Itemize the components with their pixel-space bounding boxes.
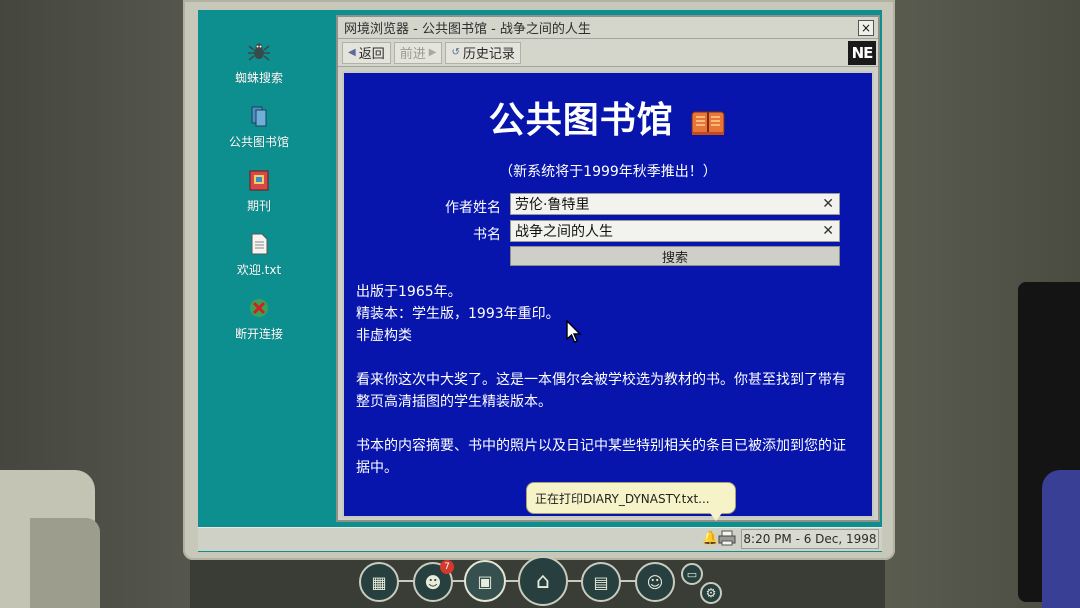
desktop-icon-label: 蜘蛛搜索 (234, 71, 283, 85)
window-titlebar[interactable]: 网境浏览器 - 公共图书馆 - 战争之间的人生 × (338, 17, 878, 39)
book-title-field[interactable]: 战争之间的人生 ✕ (510, 220, 840, 242)
page-content: 公共图书馆 （新系统将于1999年秋季推出！） 作者姓名 劳伦·鲁特里 ✕ 书名… (342, 71, 874, 518)
evidence-paragraph: 书本的内容摘要、书中的照片以及日记中某些特别相关的条目已被添加到您的证据中。 (356, 438, 846, 476)
desktop-icon-label: 断开连接 (234, 327, 283, 341)
genre-line: 非虚构类 (356, 328, 412, 344)
browser-toolbar: ◀ 返回 前进 ▶ ↺ 历史记录 NE (338, 39, 878, 67)
desktop-icon-journal[interactable]: 期刊 (198, 168, 320, 214)
tooltip-tail (710, 513, 722, 521)
desk-object-inner (30, 518, 100, 608)
desktop-icon-label: 公共图书馆 (228, 135, 289, 149)
library-books-icon (247, 104, 271, 128)
card-button[interactable]: ▭ (681, 563, 703, 585)
desktop-icon-spider-search[interactable]: 蜘蛛搜索 (198, 40, 320, 86)
spider-icon (247, 40, 271, 64)
dock-connector (398, 580, 414, 582)
evidence-board-icon: ▦ (371, 572, 387, 592)
book-title-label: 书名 (473, 227, 501, 243)
arrow-right-icon: ▶ (428, 47, 437, 58)
printing-tooltip: 正在打印DIARY_DYNASTY.txt... (526, 482, 736, 514)
history-button[interactable]: ↺ 历史记录 (445, 41, 521, 64)
author-field-value: 劳伦·鲁特里 (515, 197, 590, 213)
book-title-field-value: 战争之间的人生 (515, 224, 613, 240)
desktop-icon-label: 期刊 (246, 199, 271, 213)
books-icon (689, 106, 727, 138)
page-subtitle: （新系统将于1999年秋季推出！） (499, 164, 717, 180)
cup (1042, 470, 1080, 608)
computer-icon: ▣ (477, 571, 493, 591)
taskbar-clock: 8:20 PM - 6 Dec, 1998 (741, 529, 879, 549)
back-button[interactable]: ◀ 返回 (342, 41, 391, 64)
book-info: 出版于1965年。 精装本：学生版，1993年重印。 非虚构类 (356, 281, 851, 347)
bell-icon[interactable]: 🔔 (702, 531, 718, 547)
notification-badge: 7 (440, 560, 454, 574)
card-icon: ▭ (686, 567, 698, 581)
notebook-button[interactable]: ▤ (581, 562, 621, 602)
page-title-text: 公共图书馆 (488, 100, 674, 141)
browser-window: 网境浏览器 - 公共图书馆 - 战争之间的人生 × ◀ 返回 前进 ▶ ↺ 历史… (336, 15, 880, 522)
clear-icon[interactable]: ✕ (822, 223, 834, 239)
computer-button[interactable]: ▣ (464, 560, 506, 602)
home-icon: ⌂ (536, 568, 550, 594)
clear-icon[interactable]: ✕ (822, 196, 834, 212)
desktop-screen: 蜘蛛搜索 公共图书馆 期刊 欢迎.txt 断开连接 网境浏览器 - 公共图书馆 … (198, 10, 882, 552)
forward-button[interactable]: 前进 ▶ (393, 41, 443, 64)
notebook-icon: ▤ (593, 572, 609, 592)
browser-logo: NE (848, 40, 876, 65)
evidence-board-button[interactable]: ▦ (359, 562, 399, 602)
desktop-icon-welcome-txt[interactable]: 欢迎.txt (198, 232, 320, 278)
forward-button-label: 前进 (399, 47, 426, 62)
dock-connector (620, 580, 636, 582)
author-label: 作者姓名 (445, 200, 501, 216)
author-field[interactable]: 劳伦·鲁特里 ✕ (510, 193, 840, 215)
suspects-icon: ☻ (424, 572, 442, 592)
history-icon: ↺ (451, 47, 460, 58)
text-file-icon (247, 232, 271, 256)
dock-connector (568, 580, 582, 582)
desktop-icon-public-library[interactable]: 公共图书馆 (198, 104, 320, 150)
contact-button[interactable]: ☺ (635, 562, 675, 602)
journal-icon (247, 168, 271, 192)
desktop-icon-disconnect[interactable]: 断开连接 (198, 296, 320, 342)
arrow-left-icon: ◀ (348, 47, 356, 58)
result-paragraph: 看来你这次中大奖了。这是一本偶尔会被学校选为教材的书。你甚至找到了带有整页高清插… (356, 372, 846, 410)
settings-button[interactable]: ⚙ (700, 582, 722, 604)
edition-line: 精装本：学生版，1993年重印。 (356, 306, 560, 322)
disconnect-icon (247, 296, 271, 320)
window-title: 网境浏览器 - 公共图书馆 - 战争之间的人生 (344, 22, 591, 37)
home-button[interactable]: ⌂ (518, 556, 568, 606)
mouse-cursor-icon (566, 319, 582, 344)
close-button[interactable]: × (858, 19, 874, 36)
back-button-label: 返回 (358, 47, 385, 62)
desktop-icon-label: 欢迎.txt (236, 263, 282, 277)
publication-line: 出版于1965年。 (356, 284, 462, 300)
printer-icon[interactable] (718, 530, 736, 546)
contact-icon: ☺ (646, 572, 664, 592)
page-title: 公共图书馆 (344, 91, 872, 143)
history-button-label: 历史记录 (462, 47, 515, 62)
settings-icon: ⚙ (705, 586, 717, 600)
search-button[interactable]: 搜索 (510, 246, 840, 266)
close-icon: × (860, 20, 872, 35)
